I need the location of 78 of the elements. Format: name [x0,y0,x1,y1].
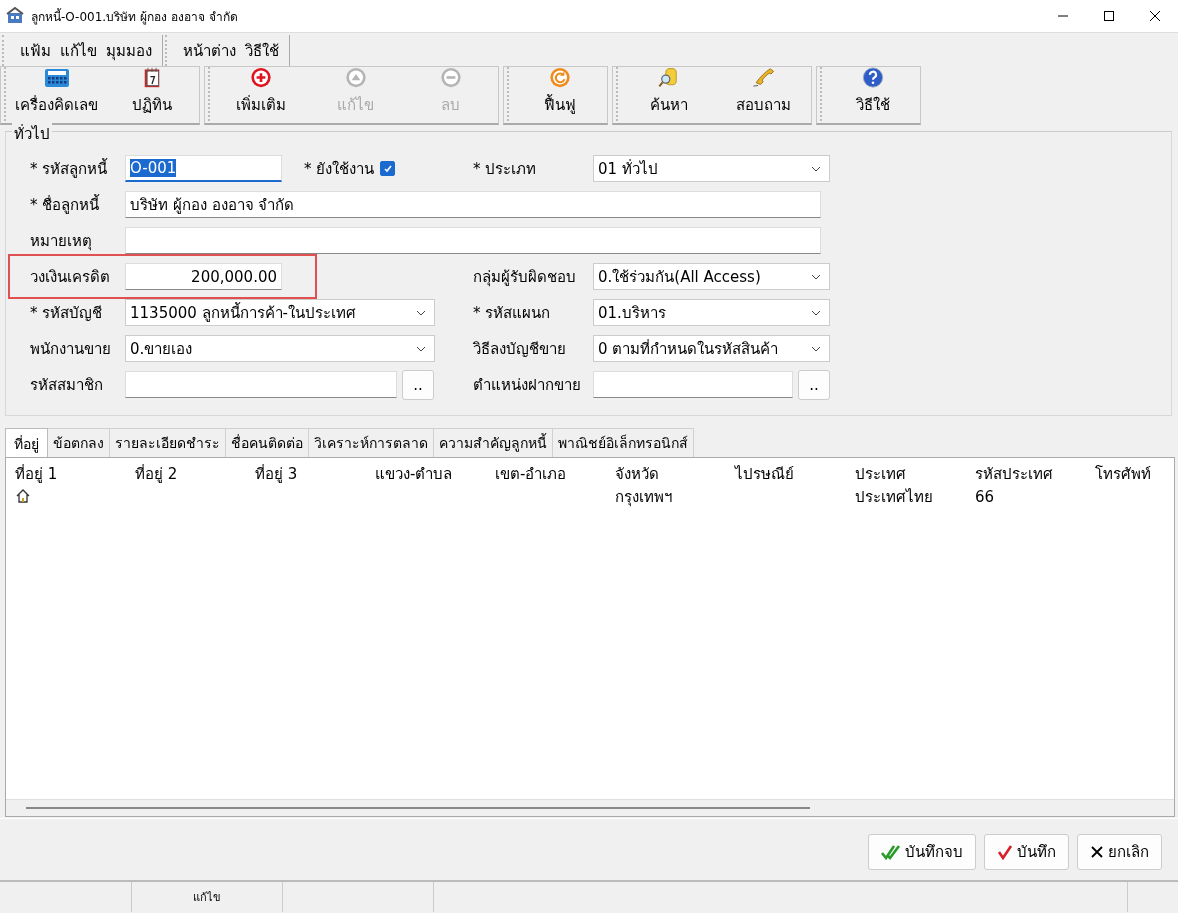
app-icon [6,7,24,25]
check-icon [997,844,1013,860]
table-cell-text: ประเทศไทย [855,487,934,508]
field-label: กลุ่มผู้รับผิดชอบ [473,266,577,289]
toolbar-button[interactable]: เครื่องคิดเลข [9,67,104,123]
check-icon [382,163,393,174]
checkbox[interactable] [380,161,396,176]
browse-button[interactable]: .. [402,369,434,400]
field-label: วงเงินเครดิต [30,266,111,288]
caret-icon [416,309,426,316]
tab[interactable]: พาณิชย์อิเล็กทรอนิกส์ [552,428,694,457]
column-header: ที่อยู่ 1 [15,463,59,485]
column-header: เขต-อำเภอ [495,464,568,485]
plus-circle-icon [248,67,273,88]
column-header: แขวง-ตำบล [375,464,454,485]
help-icon [860,67,885,88]
toolbar-button[interactable]: ค้นหา [621,67,716,123]
menu-item[interactable]: หน้าต่าง [183,34,236,67]
horizontal-scrollbar[interactable] [6,799,1174,816]
input-field[interactable]: 200,000.00 [125,263,282,290]
action-button[interactable]: ยกเลิก [1077,834,1162,870]
input-field[interactable]: บริษัท ผู้กอง องอาจ จำกัด [125,191,821,218]
toolbar-button[interactable]: ฟื้นฟู [512,67,607,123]
field-label: * ชื่อลูกหนี้ [30,193,101,216]
dropdown[interactable]: 01 ทั่วไป [593,155,830,182]
caret-icon [811,345,821,352]
dropdown[interactable]: 0.ใช้ร่วมกัน(All Access) [593,263,830,290]
calculator-icon [43,68,70,88]
browse-button[interactable]: .. [798,369,830,400]
field-label: วิธีลงบัญชีขาย [473,338,567,360]
column-header: จังหวัด [615,464,660,485]
table-cell-text: 66 [975,488,996,506]
tab[interactable]: ที่อยู่ [5,428,48,458]
table-cell-text: กรุงเทพฯ [615,487,673,509]
input-field[interactable] [593,371,793,398]
input-field[interactable] [125,227,821,254]
dropdown[interactable]: 1135000 ลูกหนี้การค้า-ในประเทศ [125,299,435,326]
dropdown[interactable]: 0.ขายเอง [125,335,435,362]
action-button[interactable]: บันทึกจบ [868,834,976,870]
input-field[interactable]: O-001 [125,155,282,182]
up-arrow-circle-icon [343,67,368,88]
toolbar-button[interactable]: วิธีใช้ [825,67,920,123]
column-header: ที่อยู่ 3 [255,463,299,485]
dropdown[interactable]: 0 ตามที่กำหนดในรหัสสินค้า [593,335,830,362]
checkbox-label: * ยังใช้งาน [304,158,375,180]
field-label: ตำแหน่งฝากขาย [473,374,582,396]
home-icon [15,487,31,503]
toolbar-button[interactable]: สอบถาม [716,67,811,123]
field-label: * รหัสแผนก [473,302,552,324]
dropdown[interactable]: 01.บริหาร [593,299,830,326]
column-header: โทรศัพท์ [1095,464,1152,485]
column-header: ไปรษณีย์ [735,464,795,485]
menu-item[interactable]: วิธีใช้ [245,34,279,67]
status-mode: แก้ไข [132,882,283,912]
close-icon [1090,845,1104,859]
caret-icon [416,345,426,352]
field-label: * รหัสบัญชี [30,302,104,324]
minus-circle-icon [438,67,463,88]
field-label: รหัสสมาชิก [30,374,104,396]
menu-item[interactable]: มุมมอง [106,34,152,67]
field-label: * ประเภท [473,158,538,180]
caret-icon [811,309,821,316]
action-button[interactable]: บันทึก [984,834,1069,870]
column-header: รหัสประเทศ [975,464,1054,485]
column-header: ประเทศ [855,464,907,485]
field-label: พนักงานขาย [30,338,112,360]
field-label: หมายเหตุ [30,230,93,253]
menu-item[interactable]: แฟ้ม [20,34,51,67]
caret-icon [811,273,821,280]
double-check-icon [881,844,901,860]
toolbar-button[interactable]: ปฏิทิน [104,67,199,123]
window-title: ลูกหนี้-O-001.บริษัท ผู้กอง องอาจ จำกัด [31,7,239,26]
input-field[interactable] [125,371,397,398]
field-label: * รหัสลูกหนี้ [30,157,109,180]
caret-icon [811,165,821,172]
toolbar-button[interactable]: เพิ่มเติม [213,67,308,123]
menu-item[interactable]: แก้ไข [60,34,97,67]
column-header: ที่อยู่ 2 [135,463,179,485]
